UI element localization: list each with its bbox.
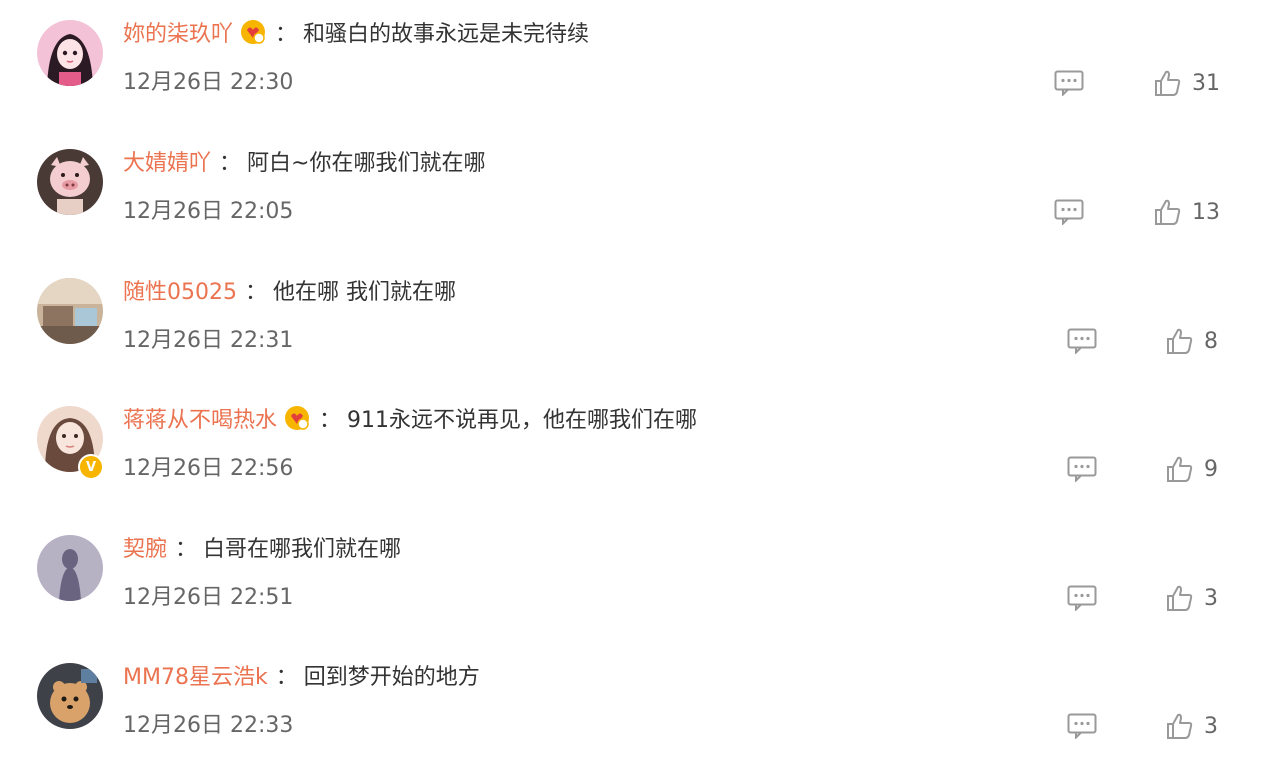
comment-item: 随性05025 ： 他在哪 我们就在哪 12月26日 22:31 8	[0, 258, 1264, 387]
comment-text: 911永远不说再见，他在哪我们在哪	[347, 408, 698, 433]
username-link[interactable]: 大婧婧吖	[123, 145, 211, 177]
like-count: 8	[1204, 328, 1218, 354]
comment-line: 妳的柒玖吖 ： 和骚白的故事永远是未完待续	[123, 14, 589, 50]
like-count: 3	[1204, 585, 1218, 611]
like-button[interactable]: 8	[1166, 326, 1218, 356]
thumbs-up-icon	[1166, 327, 1194, 355]
comment-text: 阿白~你在哪我们就在哪	[247, 151, 486, 176]
separator: ：	[275, 665, 298, 690]
thumbs-up-icon	[1166, 712, 1194, 740]
timestamp: 12月26日 22:51	[123, 585, 294, 610]
like-count: 13	[1192, 199, 1220, 225]
like-button[interactable]: 3	[1166, 583, 1218, 613]
separator: ：	[319, 408, 342, 433]
username-link[interactable]: MM78星云浩k	[123, 659, 268, 691]
reply-icon[interactable]	[1067, 585, 1097, 611]
girl-anime-avatar-icon	[37, 20, 103, 86]
comment-text: 白哥在哪我们就在哪	[203, 537, 402, 562]
reply-icon[interactable]	[1054, 199, 1084, 225]
separator: ：	[219, 151, 242, 176]
reply-icon[interactable]	[1054, 70, 1084, 96]
thumbs-up-icon	[1166, 455, 1194, 483]
comment-line: 蒋蒋从不喝热水 ： 911永远不说再见，他在哪我们在哪	[123, 400, 697, 436]
separator: ：	[175, 537, 198, 562]
verified-badge-icon: V	[78, 454, 104, 480]
comment-text: 他在哪 我们就在哪	[273, 280, 457, 305]
comment-item: 大婧婧吖 ： 阿白~你在哪我们就在哪 12月26日 22:05 13	[0, 129, 1264, 258]
like-button[interactable]: 3	[1166, 711, 1218, 741]
pig-mask-avatar-icon	[37, 149, 103, 215]
thumbs-up-icon	[1166, 584, 1194, 612]
room-photo-avatar-icon	[37, 278, 103, 344]
avatar[interactable]	[37, 663, 103, 729]
like-count: 9	[1204, 456, 1218, 482]
username-link[interactable]: 契腕	[123, 531, 167, 563]
separator: ：	[245, 280, 268, 305]
thumbs-up-icon	[1154, 69, 1182, 97]
comment-item: 妳的柒玖吖 ： 和骚白的故事永远是未完待续 12月26日 22:30 31	[0, 0, 1264, 129]
comment-item: V 蒋蒋从不喝热水 ： 911永远不说再见，他在哪我们在哪 12月26日 22:…	[0, 386, 1264, 515]
comment-line: 大婧婧吖 ： 阿白~你在哪我们就在哪	[123, 143, 485, 179]
reply-icon[interactable]	[1067, 713, 1097, 739]
timestamp: 12月26日 22:30	[123, 70, 294, 95]
reply-icon[interactable]	[1067, 456, 1097, 482]
username-link[interactable]: 随性05025	[123, 274, 237, 306]
comment-text: 回到梦开始的地方	[303, 665, 480, 690]
like-count: 3	[1204, 713, 1218, 739]
timestamp: 12月26日 22:05	[123, 199, 294, 224]
timestamp: 12月26日 22:31	[123, 328, 294, 353]
fan-badge-icon	[239, 18, 267, 46]
comment-line: 随性05025 ： 他在哪 我们就在哪	[123, 272, 456, 308]
timestamp: 12月26日 22:56	[123, 456, 294, 481]
avatar[interactable]	[37, 535, 103, 601]
dog-avatar-icon	[37, 663, 103, 729]
like-button[interactable]: 31	[1154, 68, 1220, 98]
silhouette-avatar-icon	[37, 535, 103, 601]
username-link[interactable]: 蒋蒋从不喝热水	[123, 402, 277, 434]
username-link[interactable]: 妳的柒玖吖	[123, 16, 233, 48]
avatar[interactable]	[37, 149, 103, 215]
avatar[interactable]	[37, 20, 103, 86]
comment-text: 和骚白的故事永远是未完待续	[303, 22, 590, 47]
thumbs-up-icon	[1154, 198, 1182, 226]
like-count: 31	[1192, 70, 1220, 96]
timestamp: 12月26日 22:33	[123, 713, 294, 738]
comment-line: MM78星云浩k ： 回到梦开始的地方	[123, 657, 480, 693]
like-button[interactable]: 13	[1154, 197, 1220, 227]
avatar[interactable]	[37, 278, 103, 344]
fan-badge-icon	[283, 404, 311, 432]
separator: ：	[275, 22, 298, 47]
comment-item: MM78星云浩k ： 回到梦开始的地方 12月26日 22:33 3	[0, 643, 1264, 772]
like-button[interactable]: 9	[1166, 454, 1218, 484]
reply-icon[interactable]	[1067, 328, 1097, 354]
comment-line: 契腕 ： 白哥在哪我们就在哪	[123, 529, 401, 565]
comment-item: 契腕 ： 白哥在哪我们就在哪 12月26日 22:51 3	[0, 515, 1264, 644]
